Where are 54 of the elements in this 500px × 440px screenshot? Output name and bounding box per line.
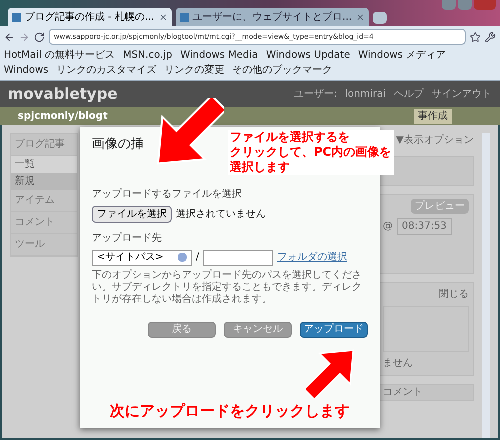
- bookmark-link[interactable]: リンクのカスタマイズ: [56, 63, 157, 78]
- file-status: 選択されていません: [176, 208, 266, 222]
- reload-icon[interactable]: [34, 32, 45, 42]
- path-separator: /: [196, 251, 200, 265]
- close-icon[interactable]: [356, 12, 366, 22]
- browser-tab[interactable]: ブログ記事の作成 - 札幌の...: [8, 8, 172, 26]
- dialog-button[interactable]: アップロード: [300, 322, 368, 338]
- field-label: アップロード先: [92, 232, 163, 246]
- folder-link[interactable]: フォルダの選択: [277, 250, 348, 265]
- page-icon: [12, 12, 21, 22]
- star-icon[interactable]: [470, 32, 481, 42]
- sidebar-subitem[interactable]: 新規: [11, 173, 77, 190]
- tab-title: ユーザーに、ウェブサイトとブロ...: [192, 10, 352, 24]
- new-tab-button[interactable]: [373, 12, 388, 24]
- forward-icon[interactable]: [19, 32, 30, 42]
- time-field[interactable]: 08:37:53: [397, 218, 452, 235]
- scrollbar[interactable]: [482, 133, 490, 438]
- new-entry-button[interactable]: 事作成: [414, 108, 452, 124]
- bookmark-link[interactable]: Windows メディア: [358, 48, 446, 63]
- bookmark-link[interactable]: Windows: [4, 63, 49, 78]
- path-input[interactable]: [203, 250, 274, 266]
- close-icon[interactable]: [158, 12, 168, 22]
- bookmark-link[interactable]: Windows Update: [266, 48, 350, 63]
- user-name[interactable]: lonmirai: [345, 86, 386, 102]
- user-label: ユーザー:: [294, 88, 338, 102]
- bookmark-link[interactable]: Windows Media: [180, 48, 258, 63]
- header-link[interactable]: サインアウト: [432, 86, 492, 102]
- bookmark-link[interactable]: その他のブックマーク: [232, 63, 333, 78]
- field-label: アップロードするファイルを選択: [92, 188, 243, 202]
- annotation-text: ファイルを選択するを クリックして、PC内の画像を 選択します: [228, 130, 394, 175]
- display-options-link[interactable]: ▼表示オプション: [396, 133, 474, 148]
- wrench-icon[interactable]: [485, 32, 496, 42]
- sidebar-subitem[interactable]: 一覧: [11, 156, 77, 173]
- help-text: 下のオプションからアップロード先のパスを選択してください。サブディレクトリを指定することもできます。ディレクトリが存在しない場合は作成されます。: [92, 270, 363, 306]
- tab-title: ブログ記事の作成 - 札幌の...: [25, 10, 155, 24]
- page-icon: [180, 12, 189, 22]
- annotation-text: 次にアップロードをクリックします: [110, 402, 350, 420]
- comment-heading: コメント: [378, 384, 474, 401]
- status-text: ません: [383, 357, 414, 371]
- dialog-title: 画像の挿: [92, 136, 144, 154]
- dropdown-icon: [178, 253, 187, 262]
- back-icon[interactable]: [4, 32, 15, 42]
- blog-name[interactable]: spjcmonly/blogt: [18, 108, 108, 124]
- bookmark-link[interactable]: MSN.co.jp: [123, 48, 172, 63]
- choose-file-button[interactable]: ファイルを選択: [92, 206, 172, 222]
- bookmark-link[interactable]: HotMail の無料サービス: [4, 48, 116, 63]
- logo: movabletype: [8, 84, 118, 105]
- sidebar-item[interactable]: コメント: [11, 212, 77, 234]
- at-sign: @: [383, 220, 393, 234]
- close-link[interactable]: 閉じる: [439, 287, 469, 302]
- header-link[interactable]: ヘルプ: [394, 86, 424, 102]
- path-select[interactable]: <サイトパス>: [92, 250, 192, 266]
- bookmark-link[interactable]: リンクの変更: [164, 63, 225, 78]
- browser-tab[interactable]: ユーザーに、ウェブサイトとブロ...: [176, 8, 370, 26]
